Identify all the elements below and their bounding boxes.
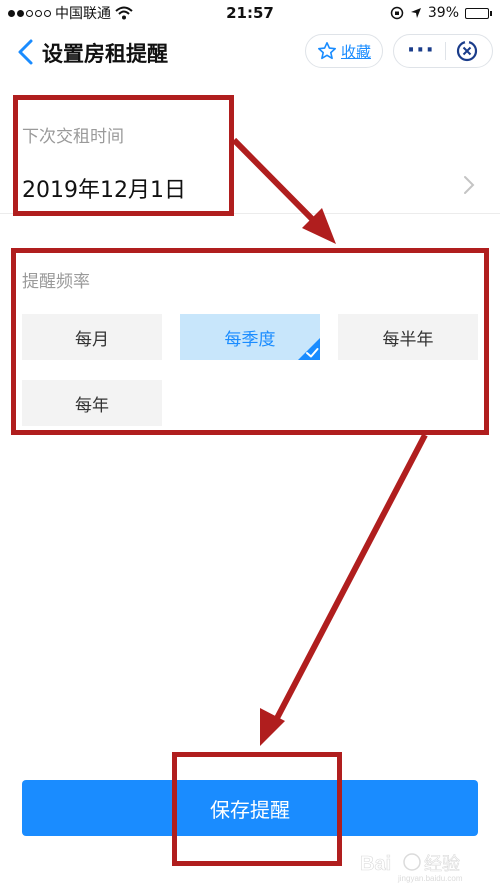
mini-program-capsule: ··· — [393, 34, 493, 68]
annotation-arrow-2 — [260, 433, 428, 746]
more-options-icon[interactable]: ··· — [407, 40, 435, 62]
frequency-option-monthly[interactable]: 每月 — [22, 314, 162, 360]
annotation-arrow-1 — [231, 137, 336, 244]
location-arrow-icon — [410, 8, 421, 18]
next-due-label: 下次交租时间 — [22, 127, 124, 147]
nav-bar: 设置房租提醒 收藏 ··· — [0, 26, 500, 78]
frequency-option-yearly[interactable]: 每年 — [22, 380, 162, 426]
save-reminder-label: 保存提醒 — [210, 797, 290, 822]
frequency-option-semiannual[interactable]: 每半年 — [338, 314, 478, 360]
wifi-icon — [115, 6, 133, 20]
favorite-label: 收藏 — [340, 42, 371, 61]
svg-text:经验: 经验 — [424, 854, 460, 874]
battery-icon — [465, 7, 492, 19]
close-mini-program-icon[interactable] — [455, 39, 479, 63]
chevron-right-icon[interactable] — [462, 175, 476, 195]
svg-text:Bai: Bai — [360, 853, 391, 875]
carrier-name: 中国联通 — [55, 6, 111, 22]
frequency-option-label: 每月 — [75, 329, 109, 350]
frequency-option-quarterly[interactable]: 每季度 — [180, 314, 320, 360]
status-left: 中国联通 — [8, 3, 133, 23]
back-chevron-icon[interactable] — [14, 38, 38, 66]
frequency-label: 提醒频率 — [22, 272, 90, 292]
frequency-option-label: 每年 — [75, 395, 109, 416]
frequency-option-label: 每半年 — [382, 329, 434, 350]
frequency-option-label: 每季度 — [224, 329, 276, 350]
favorite-button[interactable]: 收藏 — [305, 34, 383, 68]
save-reminder-button[interactable]: 保存提醒 — [22, 780, 478, 836]
baidu-watermark-logo: Bai 经验 jingyan.baidu.com — [360, 853, 463, 883]
battery-percent: 39% — [427, 5, 459, 21]
status-bar: 中国联通 21:57 39% — [0, 0, 500, 26]
next-due-date[interactable]: 2019年12月1日 — [22, 172, 186, 204]
status-right: 39% — [390, 5, 492, 21]
capsule-divider — [444, 42, 446, 60]
star-icon — [317, 42, 336, 60]
checkmark-corner-icon — [298, 338, 320, 360]
page-title: 设置房租提醒 — [42, 42, 168, 66]
signal-strength-icon — [8, 9, 51, 17]
section-divider — [0, 213, 500, 214]
orientation-lock-icon — [390, 6, 404, 20]
svg-text:jingyan.baidu.com: jingyan.baidu.com — [397, 874, 463, 883]
